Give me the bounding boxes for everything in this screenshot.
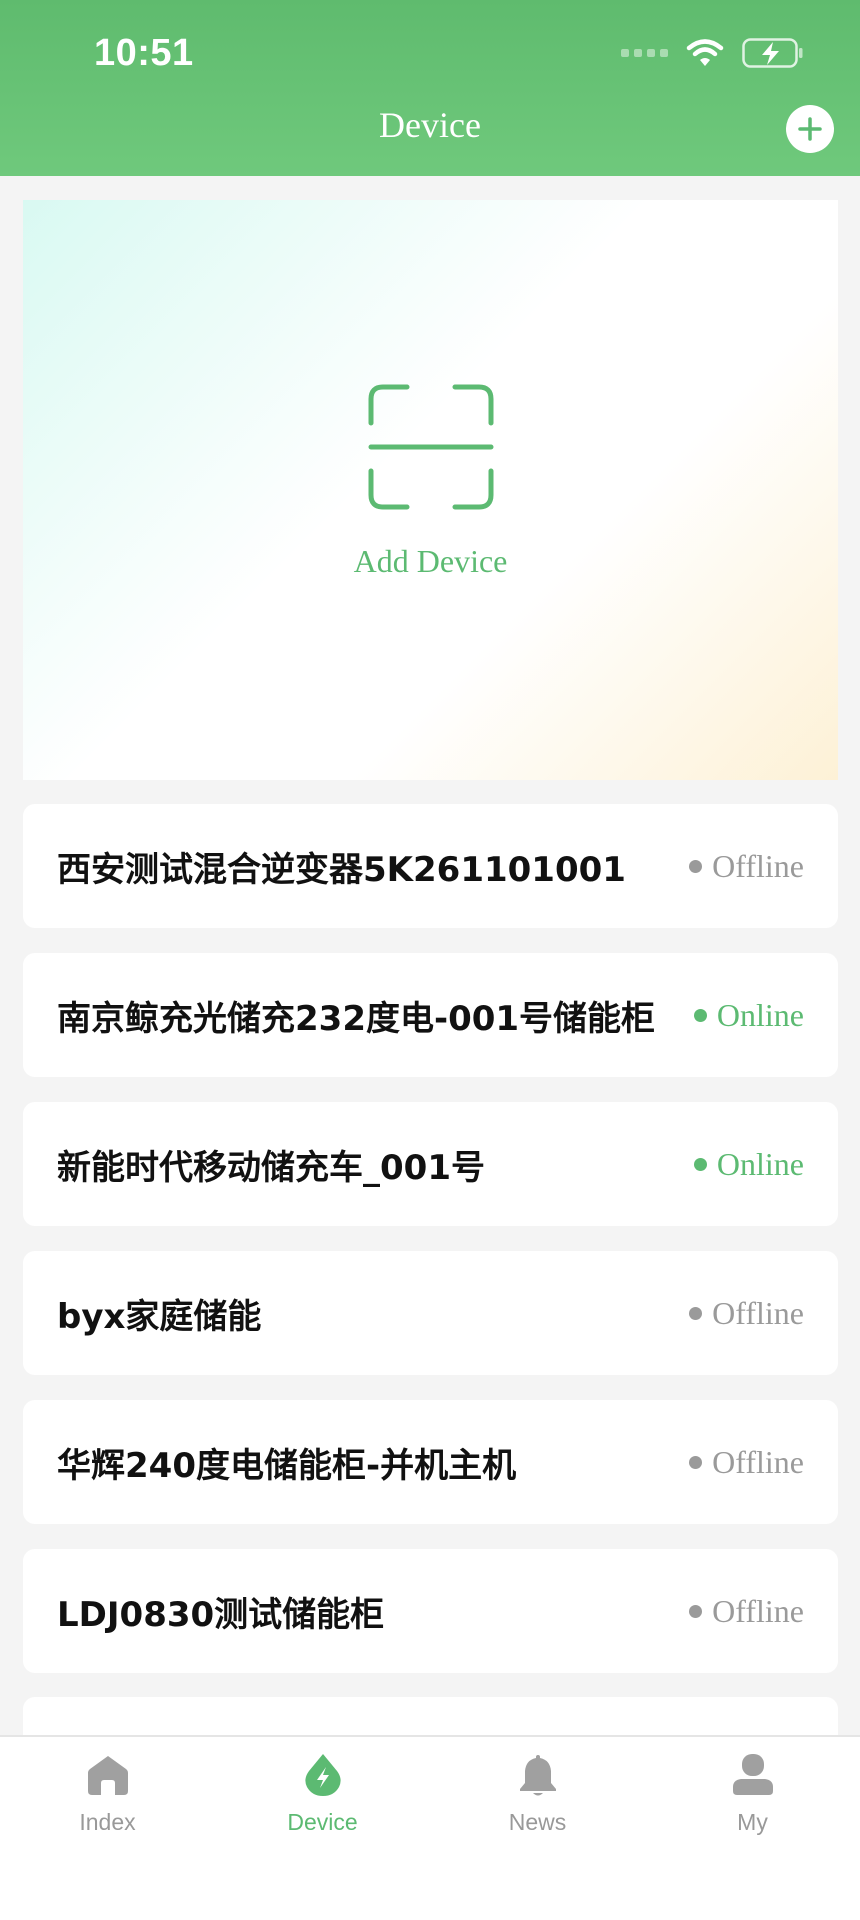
bell-icon [519, 1755, 556, 1796]
device-name: 新能时代移动储充车_001号 [57, 1147, 485, 1188]
wifi-icon [686, 39, 724, 66]
tab-device[interactable]: Device [215, 1737, 430, 1920]
tab-label: News [508, 1809, 567, 1835]
device-name: 西安测试混合逆变器5K261101001 [57, 849, 626, 890]
list-item[interactable]: LDJ0830测试储能柜 Offline [23, 1549, 838, 1673]
list-item[interactable]: 华辉240度电储能柜-并机主机 Offline [23, 1400, 838, 1524]
status-text: Online [716, 996, 804, 1033]
status-dot-icon [689, 859, 703, 873]
add-device-label: Add Device [353, 542, 508, 579]
tab-news[interactable]: News [430, 1737, 645, 1920]
page-title: Device [379, 105, 481, 145]
status-dot-icon [689, 1455, 703, 1469]
status-badge: Offline [689, 1444, 804, 1481]
device-name: 南京鲸充光储充232度电-001号储能柜 [57, 998, 656, 1039]
status-time: 10:51 [94, 32, 194, 74]
device-list: 西安测试混合逆变器5K261101001 Offline 南京鲸充光储充232度… [23, 804, 838, 1698]
scan-icon [368, 384, 493, 509]
home-icon [87, 1756, 128, 1795]
status-dot-icon [693, 1008, 707, 1022]
app-header: 10:51 Device [0, 0, 860, 176]
battery-charging-icon [742, 38, 803, 68]
status-badge: Offline [689, 1295, 804, 1332]
status-dot-icon [693, 1157, 707, 1171]
tab-label: Device [287, 1809, 358, 1835]
status-text: Offline [712, 1592, 804, 1629]
status-text: Offline [712, 1294, 804, 1331]
list-item-partial[interactable] [23, 1697, 838, 1737]
list-item[interactable]: 南京鲸充光储充232度电-001号储能柜 Online [23, 953, 838, 1077]
add-device-button[interactable] [786, 105, 834, 153]
bottom-tab-bar: Index Device News My [0, 1735, 860, 1920]
cell-signal-icon [621, 49, 668, 57]
status-badge: Online [693, 1145, 804, 1183]
user-icon [732, 1754, 773, 1795]
tab-label: Index [79, 1809, 136, 1835]
tab-my[interactable]: My [645, 1737, 860, 1920]
list-item[interactable]: 新能时代移动储充车_001号 Online [23, 1102, 838, 1226]
status-dot-icon [689, 1306, 703, 1320]
status-badge: Offline [689, 1593, 804, 1630]
status-badge: Online [693, 996, 804, 1034]
list-item[interactable]: 西安测试混合逆变器5K261101001 Offline [23, 804, 838, 928]
add-device-card[interactable]: Add Device [23, 200, 838, 780]
status-icons [621, 38, 804, 68]
tab-label: My [737, 1809, 768, 1835]
status-text: Offline [712, 1443, 804, 1480]
device-name: 华辉240度电储能柜-并机主机 [57, 1445, 517, 1486]
status-text: Online [716, 1145, 804, 1182]
plus-icon [798, 117, 822, 141]
list-item[interactable]: byx家庭储能 Offline [23, 1251, 838, 1375]
status-text: Offline [712, 847, 804, 884]
status-badge: Offline [689, 848, 804, 885]
device-name: LDJ0830测试储能柜 [57, 1594, 385, 1635]
device-bolt-icon [304, 1754, 341, 1796]
device-name: byx家庭储能 [57, 1296, 262, 1337]
status-dot-icon [689, 1604, 703, 1618]
tab-index[interactable]: Index [0, 1737, 215, 1920]
